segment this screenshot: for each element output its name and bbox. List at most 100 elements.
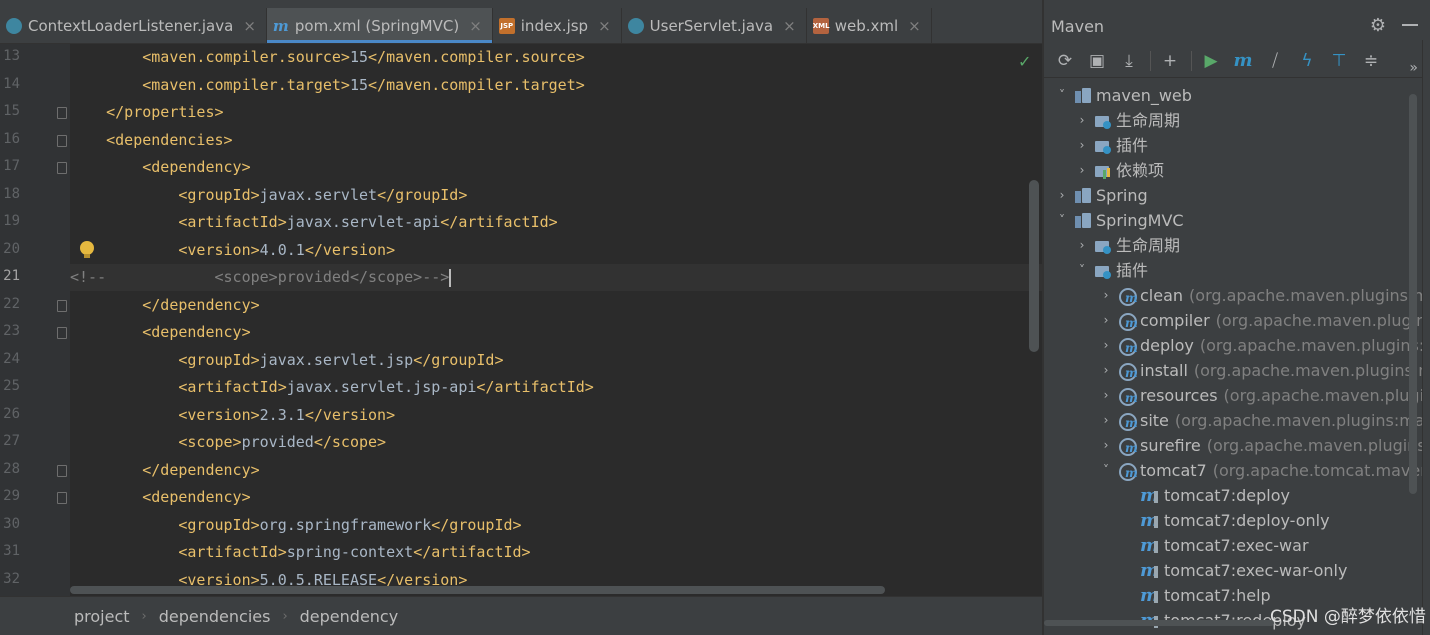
- breadcrumb-item-dependency[interactable]: dependency: [300, 607, 399, 626]
- tree-item-module[interactable]: ˅ maven_web: [1054, 83, 1192, 108]
- more-actions-icon[interactable]: »: [1409, 60, 1418, 76]
- chevron-right-icon[interactable]: ›: [1074, 158, 1090, 183]
- close-icon[interactable]: ×: [908, 17, 921, 35]
- editor-vertical-scrollbar[interactable]: [1029, 180, 1039, 352]
- tree-item-goal[interactable]: tomcat7:exec-war: [1140, 533, 1309, 558]
- maven-tool-window: Maven ⚙ ⟳ ▣ ⤓ + ▶ m ⧸ ϟ ⊤ ≑ » ˅ maven_web › 生命周期 › 插件 ›…: [1044, 8, 1430, 635]
- add-icon[interactable]: +: [1157, 48, 1183, 74]
- tree-item-label: compiler: [1140, 311, 1210, 330]
- class-icon: [6, 17, 22, 34]
- generate-sources-icon[interactable]: ▣: [1084, 48, 1110, 74]
- maven-horizontal-scrollbar[interactable]: [1044, 620, 1274, 626]
- fold-marker-icon[interactable]: [57, 162, 67, 174]
- execute-goal-icon[interactable]: m: [1230, 48, 1256, 74]
- code-line: </dependency>: [70, 457, 260, 484]
- close-icon[interactable]: ×: [783, 17, 796, 35]
- tree-item-detail: (org.apache.tomcat.maven:to: [1212, 461, 1430, 480]
- tab-label: web.xml: [834, 16, 899, 35]
- tree-item-folder[interactable]: › 生命周期: [1074, 108, 1180, 133]
- inspection-ok-icon[interactable]: ✓: [1018, 52, 1031, 71]
- intention-bulb-icon[interactable]: [80, 240, 94, 259]
- fold-marker-icon[interactable]: [57, 107, 67, 119]
- reload-icon[interactable]: ⟳: [1052, 48, 1078, 74]
- fold-marker-icon[interactable]: [57, 299, 67, 312]
- code-editor[interactable]: <maven.compiler.source>15</maven.compile…: [70, 44, 1042, 596]
- chevron-right-icon[interactable]: ›: [1098, 308, 1114, 333]
- chevron-down-icon[interactable]: ˅: [1054, 83, 1070, 108]
- tree-item-folder[interactable]: › 插件: [1074, 133, 1148, 158]
- chevron-right-icon[interactable]: ›: [1098, 433, 1114, 458]
- chevron-right-icon[interactable]: ›: [1098, 408, 1114, 433]
- tree-item-plugin[interactable]: › install (org.apache.maven.plugins:mave: [1098, 358, 1430, 383]
- tab-1[interactable]: m pom.xml (SpringMVC) ×: [266, 8, 493, 43]
- close-icon[interactable]: ×: [598, 17, 611, 35]
- class-icon: [627, 17, 644, 34]
- chevron-right-icon[interactable]: ›: [1074, 133, 1090, 158]
- minimize-icon[interactable]: [1402, 24, 1418, 26]
- tree-item-goal[interactable]: tomcat7:deploy-only: [1140, 508, 1330, 533]
- tree-item-plugin[interactable]: › resources (org.apache.maven.plugins:r: [1098, 383, 1430, 408]
- download-icon[interactable]: ⤓: [1116, 48, 1142, 74]
- line-number: 13: [3, 48, 20, 64]
- tree-item-plugin[interactable]: › compiler (org.apache.maven.plugins:m: [1098, 308, 1430, 333]
- tree-item-plugin[interactable]: › deploy (org.apache.maven.plugins:ma: [1098, 333, 1430, 358]
- tree-item-label: clean: [1140, 286, 1184, 305]
- breadcrumb-item-project[interactable]: project: [74, 607, 130, 626]
- collapse-all-icon[interactable]: ≑: [1358, 48, 1384, 74]
- xml-tag: </version>: [304, 240, 396, 259]
- line-number: 29: [3, 488, 20, 504]
- tab-2[interactable]: JSP index.jsp ×: [493, 8, 622, 43]
- maven-vertical-scrollbar[interactable]: [1409, 94, 1417, 494]
- tree-item-plugin[interactable]: › surefire (org.apache.maven.plugins:ma: [1098, 433, 1430, 458]
- chevron-down-icon[interactable]: ˅: [1098, 458, 1114, 483]
- tab-0[interactable]: ContextLoaderListener.java ×: [0, 8, 267, 43]
- tree-item-plugin[interactable]: ˅ tomcat7 (org.apache.tomcat.maven:to: [1098, 458, 1430, 483]
- tree-item-label: tomcat7:deploy: [1164, 486, 1290, 505]
- run-icon[interactable]: ▶: [1198, 48, 1224, 74]
- chevron-right-icon[interactable]: ›: [1098, 333, 1114, 358]
- fold-marker-icon[interactable]: [57, 464, 67, 477]
- tab-3[interactable]: UserServlet.java ×: [622, 8, 807, 43]
- chevron-right-icon[interactable]: ›: [1098, 283, 1114, 308]
- fold-marker-icon[interactable]: [57, 492, 67, 504]
- code-line: <maven.compiler.target>15</maven.compile…: [70, 72, 585, 99]
- fold-marker-icon[interactable]: [57, 327, 67, 339]
- tree-item-module[interactable]: ˅ SpringMVC: [1054, 208, 1184, 233]
- xml-tag: <artifactId>: [178, 378, 287, 396]
- toggle-offline-icon[interactable]: ⧸: [1262, 48, 1288, 74]
- tree-item-deps[interactable]: › 依赖项: [1074, 158, 1164, 183]
- code-line: <dependencies>: [70, 127, 232, 154]
- breadcrumb-item-dependencies[interactable]: dependencies: [159, 607, 271, 626]
- tree-item-label: 插件: [1116, 261, 1149, 280]
- xml-tag: </version>: [304, 405, 396, 424]
- xml-tag: </artifactId>: [440, 213, 558, 231]
- chevron-right-icon[interactable]: ›: [1074, 233, 1090, 258]
- tree-item-label: tomcat7:exec-war-only: [1164, 561, 1348, 580]
- tree-item-plugin[interactable]: › clean (org.apache.maven.plugins:mave: [1098, 283, 1430, 308]
- tree-item-goal[interactable]: tomcat7:deploy: [1140, 483, 1290, 508]
- tree-item-goal[interactable]: tomcat7:exec-war-only: [1140, 558, 1347, 583]
- chevron-down-icon[interactable]: ˅: [1074, 258, 1090, 283]
- tab-4[interactable]: XML web.xml ×: [807, 8, 932, 43]
- close-icon[interactable]: ×: [243, 17, 256, 35]
- tree-item-module[interactable]: › Spring: [1054, 183, 1148, 208]
- maven-goal-icon: [1140, 536, 1160, 556]
- fold-marker-icon[interactable]: [57, 134, 67, 147]
- close-icon[interactable]: ×: [469, 17, 482, 35]
- xml-tag: <dependency>: [142, 488, 251, 506]
- gear-icon[interactable]: ⚙: [1370, 15, 1386, 36]
- chevron-right-icon[interactable]: ›: [1098, 358, 1114, 383]
- chevron-right-icon[interactable]: ›: [1098, 383, 1114, 408]
- tree-item-plugin[interactable]: › site (org.apache.maven.plugins:maven-: [1098, 408, 1430, 433]
- editor-horizontal-scrollbar[interactable]: [70, 586, 885, 594]
- tree-item-folder[interactable]: ˅ 插件: [1074, 258, 1148, 283]
- chevron-right-icon[interactable]: ›: [1054, 183, 1070, 208]
- xml-tag: </dependency>: [142, 460, 260, 479]
- chevron-down-icon[interactable]: ˅: [1054, 208, 1070, 233]
- tree-item-folder[interactable]: › 生命周期: [1074, 233, 1180, 258]
- chevron-right-icon[interactable]: ›: [1074, 108, 1090, 133]
- xml-file-icon: XML: [812, 17, 830, 34]
- tree-item-goal[interactable]: tomcat7:help: [1140, 583, 1271, 608]
- skip-tests-icon[interactable]: ϟ: [1294, 48, 1320, 74]
- show-dependencies-icon[interactable]: ⊤: [1326, 48, 1352, 74]
